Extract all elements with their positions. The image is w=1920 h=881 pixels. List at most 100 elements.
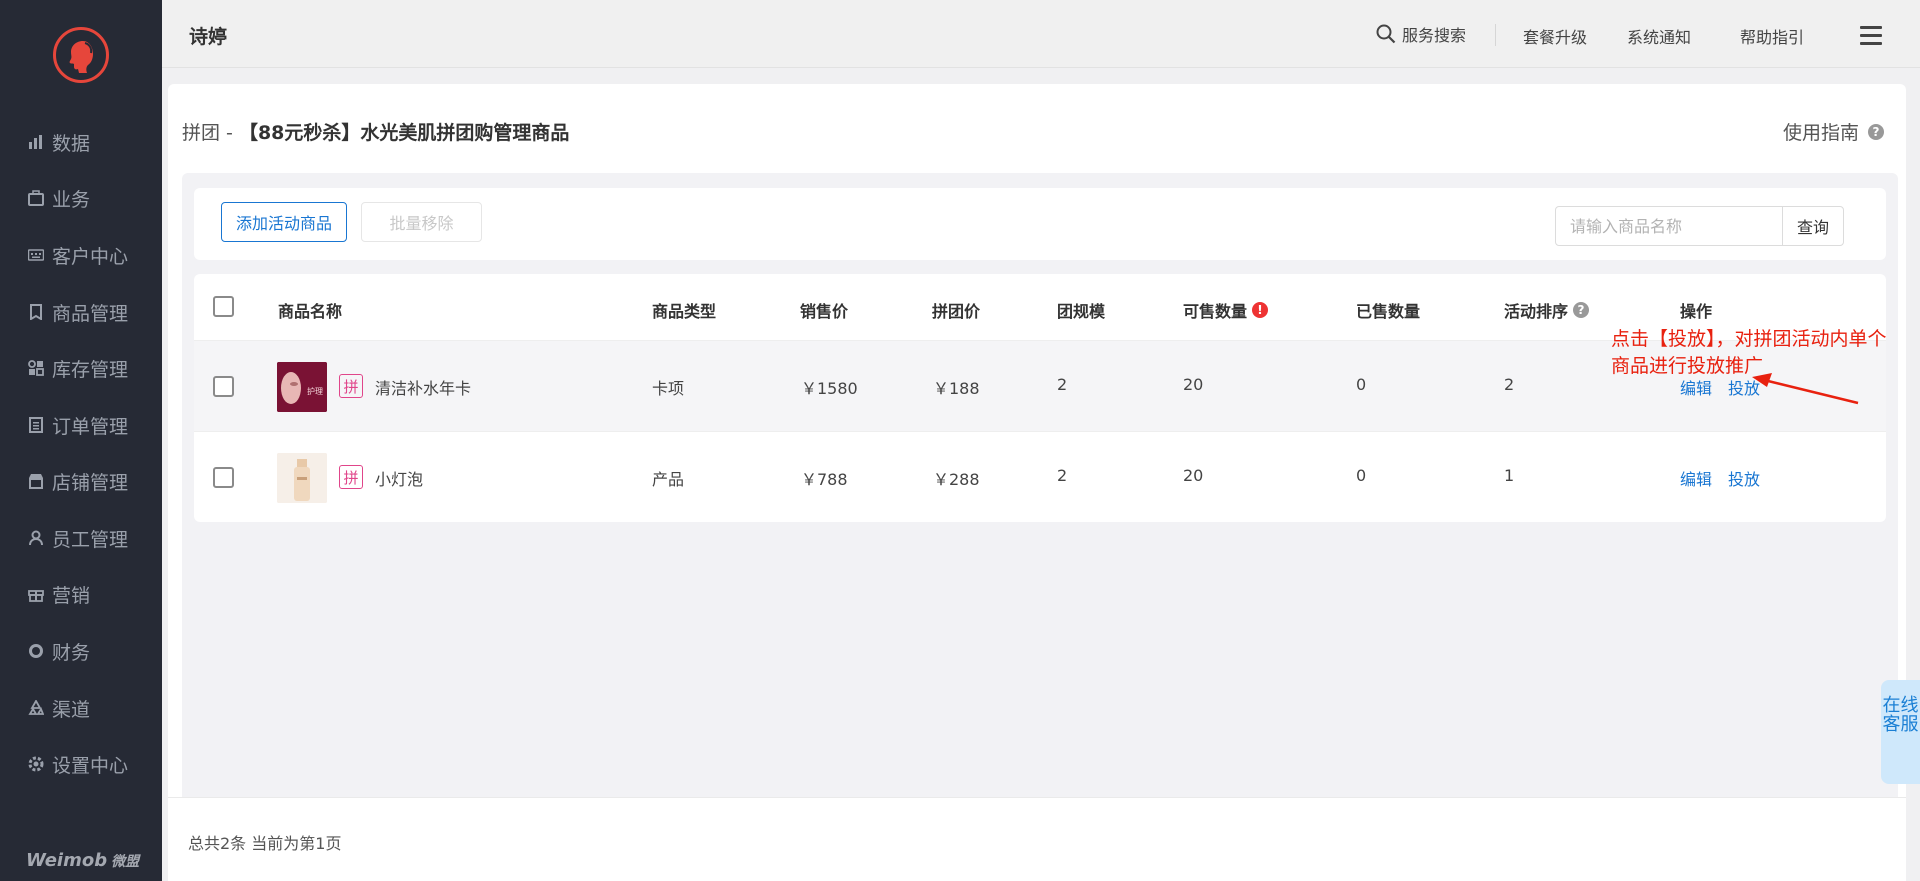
add-activity-product-button[interactable]: 添加活动商品 [221,202,347,242]
top-bar: 诗婷 服务搜索 套餐升级 系统通知 帮助指引 [162,0,1920,68]
sidebar-item-products[interactable]: 商品管理 [27,292,157,332]
sidebar: 数据 业务 客户中心 商品管理 库存管理 订单管理 店铺管理 员工管理 营销 财… [0,0,162,881]
service-search-label: 服务搜索 [1402,26,1467,45]
column-header-available: 可售数量 ! [1183,298,1269,322]
product-name-search-input[interactable] [1555,206,1783,246]
column-header: 销售价 [800,302,849,321]
briefcase-icon [27,189,45,207]
person-icon [27,529,45,547]
recycle-icon [27,699,45,717]
sidebar-item-business[interactable]: 业务 [27,178,157,218]
svg-text:护理: 护理 [307,386,323,396]
sidebar-item-label: 店铺管理 [52,471,129,494]
search-icon [1376,24,1396,44]
gear-icon [27,755,45,773]
sold-qty: 0 [1356,375,1367,394]
batch-remove-button[interactable]: 批量移除 [361,202,482,242]
sidebar-item-data[interactable]: 数据 [27,122,157,162]
app-title: 诗婷 [189,26,228,48]
sidebar-item-stores[interactable]: 店铺管理 [27,461,157,501]
product-name: 清洁补水年卡 [375,379,472,398]
sold-qty: 0 [1356,466,1367,485]
divider [1495,24,1496,46]
sidebar-item-label: 营销 [52,584,91,607]
sale-price: ￥788 [801,470,848,489]
column-header-label: 活动排序 [1504,302,1569,321]
sidebar-item-marketing[interactable]: 营销 [27,574,157,614]
query-button[interactable]: 查询 [1782,206,1844,246]
product-type: 产品 [652,470,685,489]
product-table: 商品名称 商品类型 销售价 拼团价 团规模 可售数量 ! 已售数量 活动排序 ?… [194,274,1886,522]
sidebar-item-label: 财务 [52,641,91,664]
group-buy-tag: 拼 [339,465,363,489]
table-row: 拼 小灯泡 产品 ￥788 ￥288 2 20 0 1 编辑 投放 [194,431,1886,522]
sidebar-item-label: 渠道 [52,698,91,721]
select-all-checkbox[interactable] [213,296,234,317]
row-checkbox[interactable] [213,467,234,488]
bookmark-icon [27,303,45,321]
usage-guide-link[interactable]: 使用指南 ? [1783,118,1884,145]
sidebar-item-finance[interactable]: 财务 [27,631,157,671]
sidebar-item-customers[interactable]: 客户中心 [27,235,157,275]
service-search-button[interactable]: 服务搜索 [1376,22,1466,46]
sidebar-item-orders[interactable]: 订单管理 [27,405,157,445]
sidebar-item-label: 设置中心 [52,754,129,777]
brand-logo: Weimob 微盟 [26,850,140,871]
group-price: ￥188 [933,379,980,398]
breadcrumb: 拼团 - 【88元秒杀】水光美肌拼团购管理商品 [182,118,569,145]
annotation-arrow-icon [1752,373,1859,405]
product-name: 小灯泡 [375,470,424,489]
app-logo[interactable] [53,27,109,83]
alert-icon[interactable]: ! [1252,302,1269,318]
activity-rank: 2 [1504,375,1515,394]
launch-link[interactable]: 投放 [1728,466,1760,490]
sidebar-item-label: 员工管理 [52,528,129,551]
system-notice-link[interactable]: 系统通知 [1627,24,1691,48]
column-header: 已售数量 [1356,302,1421,321]
sidebar-item-label: 库存管理 [52,358,129,381]
available-qty: 20 [1183,375,1204,394]
column-header: 商品类型 [652,302,717,321]
store-icon [27,472,45,490]
pagination-summary: 总共2条 当前为第1页 [188,834,342,853]
pagination-footer: 总共2条 当前为第1页 [168,797,1906,881]
keyboard-icon [27,246,45,264]
group-price: ￥288 [933,470,980,489]
sidebar-item-staff[interactable]: 员工管理 [27,518,157,558]
online-customer-service-button[interactable]: 在线客服 [1881,680,1920,784]
page-title: 【88元秒杀】水光美肌拼团购管理商品 [238,122,570,144]
coin-icon [27,642,45,660]
group-size: 2 [1057,466,1068,485]
content-area: 添加活动商品 批量移除 查询 商品名称 商品类型 销售价 拼团价 团规模 可售数… [182,173,1898,873]
sidebar-item-label: 订单管理 [52,415,129,438]
upgrade-link[interactable]: 套餐升级 [1523,24,1587,48]
group-size: 2 [1057,375,1068,394]
sidebar-item-channels[interactable]: 渠道 [27,688,157,728]
group-buy-tag: 拼 [339,374,363,398]
sidebar-item-inventory[interactable]: 库存管理 [27,348,157,388]
column-header: 拼团价 [932,302,981,321]
help-link[interactable]: 帮助指引 [1740,24,1804,48]
product-thumbnail[interactable] [277,453,327,503]
bar-chart-icon [27,133,45,151]
hamburger-menu-icon[interactable] [1860,26,1882,46]
serum-bottle-image-icon [277,453,327,503]
help-circle-icon[interactable]: ? [1573,302,1590,318]
usage-guide-label: 使用指南 [1782,122,1859,144]
sidebar-item-settings[interactable]: 设置中心 [27,744,157,784]
edit-link[interactable]: 编辑 [1680,466,1712,490]
help-circle-icon: ? [1868,123,1884,140]
column-header: 操作 [1680,302,1713,321]
sidebar-item-label: 客户中心 [52,245,129,268]
activity-rank: 1 [1504,466,1515,485]
available-qty: 20 [1183,466,1204,485]
row-checkbox[interactable] [213,376,234,397]
face-image-icon: 护理 [277,362,327,412]
column-header-rank: 活动排序 ? [1504,298,1590,322]
sidebar-item-label: 数据 [52,132,91,155]
gift-icon [27,585,45,603]
product-type: 卡项 [652,379,685,398]
product-thumbnail[interactable]: 护理 [277,362,327,412]
woman-profile-icon [69,41,93,73]
sidebar-item-label: 业务 [52,188,91,211]
